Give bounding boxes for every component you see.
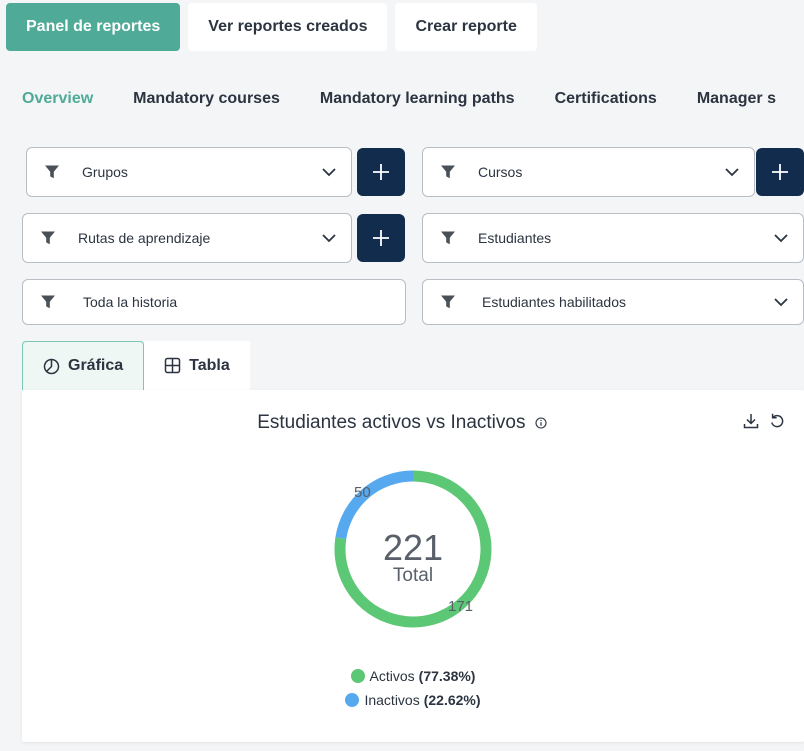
plus-icon — [772, 164, 788, 180]
tab-grafica-label: Gráfica — [68, 357, 124, 374]
grupos-label: Grupos — [82, 164, 128, 180]
chart-card: Estudiantes activos vs Inactivos 221 Tot… — [22, 390, 804, 742]
sub-tabs: Overview Mandatory courses Mandatory lea… — [22, 90, 776, 108]
add-grupo-button[interactable] — [357, 148, 405, 196]
funnel-icon — [441, 165, 455, 179]
tab-certifications[interactable]: Certifications — [555, 90, 657, 108]
legend-label-activos: Activos — [369, 668, 415, 684]
legend-item-activos[interactable]: Activos (77.38%) — [22, 664, 804, 688]
segment-label-activos: 171 — [448, 598, 474, 615]
tab-mandatory-courses[interactable]: Mandatory courses — [133, 90, 280, 108]
chart-total-value: 221 — [382, 527, 444, 568]
tab-tabla-label: Tabla — [189, 356, 230, 374]
funnel-icon — [441, 231, 455, 245]
tab-ver-reportes-creados[interactable]: Ver reportes creados — [188, 3, 388, 51]
historia-label: Toda la historia — [83, 294, 178, 310]
plus-icon — [373, 164, 389, 180]
funnel-icon — [441, 295, 455, 309]
chevron-down-icon — [322, 234, 336, 243]
chart-actions — [742, 412, 786, 430]
legend-label-inactivos: Inactivos — [364, 692, 420, 708]
chevron-down-icon — [322, 168, 336, 177]
habilitados-select[interactable]: Estudiantes habilitados — [422, 279, 804, 325]
pie-chart-icon — [43, 358, 60, 374]
grupos-select[interactable]: Grupos — [26, 147, 352, 197]
chevron-down-icon — [725, 168, 739, 177]
chevron-down-icon — [774, 298, 788, 307]
chart-title: Estudiantes activos vs Inactivos — [22, 412, 782, 434]
tab-grafica[interactable]: Gráfica — [22, 341, 145, 390]
legend-pct-activos: (77.38%) — [418, 668, 476, 684]
estudiantes-label: Estudiantes — [478, 230, 552, 246]
legend-dot-activos — [350, 669, 365, 683]
add-ruta-button[interactable] — [357, 214, 405, 262]
chevron-down-icon — [774, 234, 788, 243]
funnel-icon — [41, 231, 55, 245]
legend-dot-inactivos — [345, 693, 360, 707]
rutas-select[interactable]: Rutas de aprendizaje — [22, 213, 352, 263]
legend-pct-inactivos: (22.62%) — [423, 692, 481, 708]
historia-select[interactable]: Toda la historia — [22, 279, 406, 325]
table-icon — [164, 357, 181, 374]
rutas-label: Rutas de aprendizaje — [78, 230, 211, 246]
cursos-label: Cursos — [478, 164, 523, 180]
download-icon[interactable] — [742, 412, 760, 430]
tab-mandatory-learning-paths[interactable]: Mandatory learning paths — [320, 90, 515, 108]
cursos-select[interactable]: Cursos — [422, 147, 755, 197]
tab-panel-de-reportes[interactable]: Panel de reportes — [6, 3, 181, 51]
tab-overview[interactable]: Overview — [22, 90, 93, 108]
chart-title-text: Estudiantes activos vs Inactivos — [257, 412, 526, 433]
tab-manager[interactable]: Manager s — [697, 90, 776, 108]
funnel-icon — [45, 165, 59, 179]
plus-icon — [373, 230, 389, 246]
legend-item-inactivos[interactable]: Inactivos (22.62%) — [22, 688, 804, 712]
tab-crear-reporte[interactable]: Crear reporte — [395, 3, 537, 51]
top-tabs: Panel de reportes Ver reportes creados C… — [6, 3, 537, 51]
add-curso-button[interactable] — [756, 148, 804, 196]
funnel-icon — [41, 295, 55, 309]
chart-total-label: Total — [392, 565, 434, 586]
refresh-icon[interactable] — [768, 412, 786, 430]
estudiantes-select[interactable]: Estudiantes — [422, 213, 804, 263]
chart-legend: Activos (77.38%) Inactivos (22.62%) — [22, 664, 804, 712]
segment-label-inactivos: 50 — [354, 484, 371, 501]
info-icon[interactable] — [535, 417, 547, 429]
view-tabs: Gráfica Tabla — [22, 341, 250, 390]
tab-tabla[interactable]: Tabla — [144, 341, 250, 390]
habilitados-label: Estudiantes habilitados — [482, 294, 626, 310]
